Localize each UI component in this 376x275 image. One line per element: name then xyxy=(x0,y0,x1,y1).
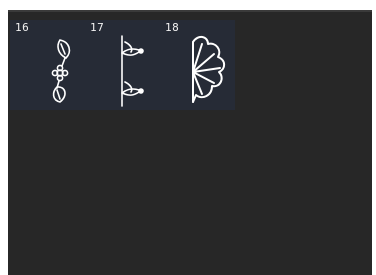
stitch-grid: 16 17 18 xyxy=(10,20,235,110)
stitch-tile-17[interactable]: 17 xyxy=(85,20,160,110)
stitch-display: 16 17 18 xyxy=(8,10,372,275)
leaf-flower-vine-stitch-icon xyxy=(51,39,71,103)
stitch-tile-16[interactable]: 16 xyxy=(10,20,85,110)
branch-leaf-stitch-icon xyxy=(121,35,144,107)
scallop-fan-stitch-icon xyxy=(192,36,226,103)
stitch-tile-18[interactable]: 18 xyxy=(160,20,235,110)
